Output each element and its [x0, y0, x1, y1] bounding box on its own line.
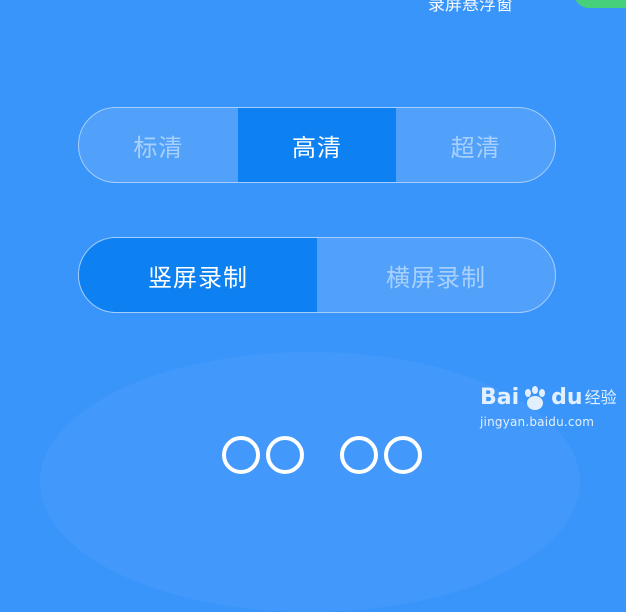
orientation-segmented-control: 竖屏录制 横屏录制 — [78, 237, 556, 313]
floating-window-label: 录屏悬浮窗 — [428, 0, 513, 15]
quality-segmented-control: 标清 高清 超清 — [78, 107, 556, 183]
floating-window-toggle[interactable] — [574, 0, 626, 8]
watermark-brand-left: Bai — [480, 385, 520, 410]
quality-option-sd[interactable]: 标清 — [79, 108, 238, 182]
orientation-option-portrait[interactable]: 竖屏录制 — [79, 238, 317, 312]
quality-option-hd[interactable]: 高清 — [237, 108, 397, 182]
orientation-option-landscape[interactable]: 横屏录制 — [317, 238, 555, 312]
baidu-paw-icon — [521, 385, 549, 411]
watermark-brand-cn: 经验 — [584, 388, 617, 407]
timer-digit — [222, 436, 260, 474]
timer-digit — [340, 436, 378, 474]
watermark-url: jingyan.baidu.com — [480, 415, 595, 429]
baidu-jingyan-watermark: Bai du 经验 jingyan.baidu.com — [480, 385, 617, 430]
timer-digit — [384, 436, 422, 474]
timer-digit — [266, 436, 304, 474]
watermark-brand-right: du — [551, 385, 583, 410]
timer-digits-partial — [222, 436, 422, 474]
quality-option-fhd[interactable]: 超清 — [396, 108, 555, 182]
